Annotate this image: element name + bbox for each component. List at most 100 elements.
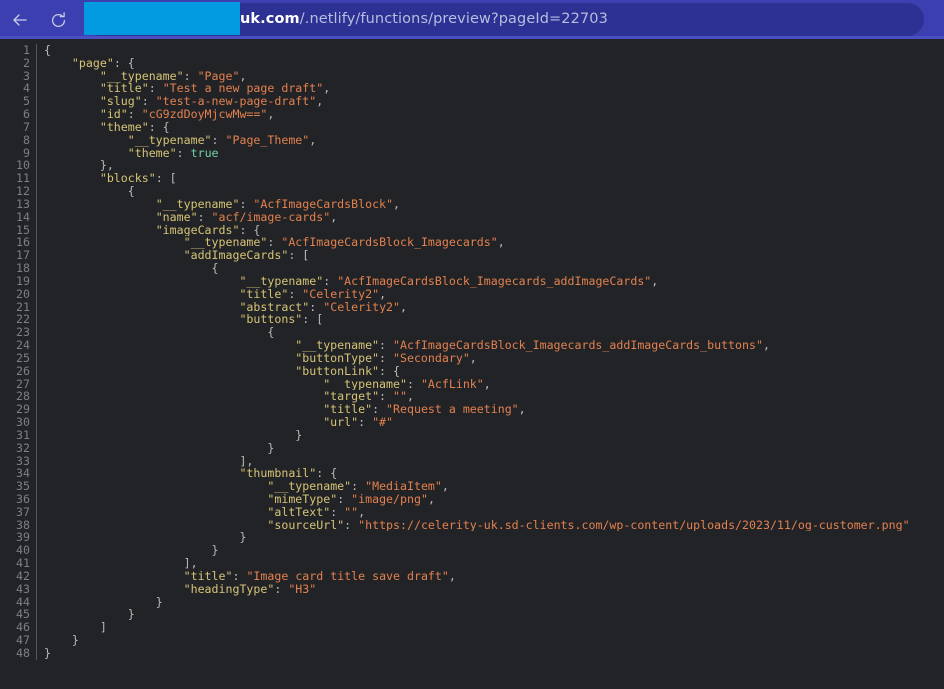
code-line: 14 "name": "acf/image-cards", [0,211,944,224]
token-key: "url" [323,416,358,429]
line-number: 32 [0,442,36,455]
indent [44,583,184,596]
url-text: uk.com/.netlify/functions/preview?pageId… [240,3,608,36]
token-punc: : [337,493,351,506]
indent [44,121,100,134]
indent [44,519,267,532]
indent [44,596,156,609]
token-key: "__typename" [239,275,323,288]
indent [44,288,239,301]
token-punc: : [323,275,337,288]
code-line-content: }, [37,159,944,172]
indent [44,403,323,416]
token-punc: } [239,531,246,544]
code-line: 21 "abstract": "Celerity2", [0,301,944,314]
indent [44,557,184,570]
indent [44,70,100,83]
token-key: "headingType" [184,583,275,596]
code-line: 15 "imageCards": { [0,224,944,237]
token-punc: : [358,416,372,429]
code-line: 35 "__typename": "MediaItem", [0,480,944,493]
line-number: 42 [0,570,36,583]
token-punc: : [379,352,393,365]
token-punc: , [498,236,505,249]
token-punc: : [184,70,198,83]
line-number: 14 [0,211,36,224]
code-line-content: "title": "Test a new page draft", [37,82,944,95]
code-line: 2 "page": { [0,57,944,70]
token-key: "theme" [100,121,149,134]
token-key: "__typename" [156,198,240,211]
indent [44,455,239,468]
token-punc: , [358,506,365,519]
url-redaction-overlay [84,2,240,35]
token-punc: : [379,339,393,352]
indent [44,134,128,147]
code-line: 45 } [0,608,944,621]
code-line-content: "buttonType": "Secondary", [37,352,944,365]
code-line: 27 "__typename": "AcfLink", [0,378,944,391]
token-key: "__typename" [295,339,379,352]
code-line-content: { [37,326,944,339]
code-line: 48} [0,647,944,660]
code-line: 10 }, [0,159,944,172]
token-punc: : [ [288,249,309,262]
token-punc: , [651,275,658,288]
token-punc: , [393,198,400,211]
indent [44,506,267,519]
code-line: 29 "title": "Request a meeting", [0,403,944,416]
indent [44,570,184,583]
code-line: 12 { [0,185,944,198]
token-key: "target" [323,390,379,403]
code-line: 28 "target": "", [0,390,944,403]
token-key: "blocks" [100,172,156,185]
code-line: 30 "url": "#" [0,416,944,429]
code-line: 47 } [0,634,944,647]
json-code-viewer[interactable]: 1{2 "page": {3 "__typename": "Page",4 "t… [0,39,944,689]
token-str: "" [344,506,358,519]
code-line: 39 } [0,531,944,544]
indent [44,352,295,365]
line-number: 2 [0,57,36,70]
token-key: "__typename" [128,134,212,147]
token-key: "title" [323,403,372,416]
token-key: "title" [239,288,288,301]
token-punc: { [212,262,219,275]
token-key: "title" [184,570,233,583]
indent [44,480,267,493]
token-key: "buttons" [239,313,302,326]
line-number: 37 [0,506,36,519]
token-str: "AcfImageCardsBlock_Imagecards" [281,236,497,249]
token-punc: , [442,480,449,493]
code-line-content: "id": "cG9zdDoyMjcwMw==", [37,108,944,121]
line-number: 6 [0,108,36,121]
token-str: "Page_Theme" [226,134,310,147]
code-line: 1{ [0,44,944,57]
token-punc: } [295,429,302,442]
token-punc: , [763,339,770,352]
line-number: 7 [0,121,36,134]
token-punc: { [44,44,51,57]
line-number: 47 [0,634,36,647]
token-punc: , [484,378,491,391]
reload-button[interactable] [46,8,70,32]
token-str: "cG9zdDoyMjcwMw==" [142,108,268,121]
token-punc: } [128,608,135,621]
indent [44,531,239,544]
token-punc: : { [316,467,337,480]
token-punc: : [ [156,172,177,185]
code-line-content: } [37,634,944,647]
token-punc: ], [239,455,253,468]
back-button[interactable] [8,8,32,32]
code-line: 9 "theme": true [0,147,944,160]
indent [44,262,212,275]
token-key: "theme" [128,147,177,160]
code-lines-container: 1{2 "page": {3 "__typename": "Page",4 "t… [0,44,944,660]
token-str: "acf/image-cards" [212,211,331,224]
code-line-content: "buttonLink": { [37,365,944,378]
token-punc: , [400,301,407,314]
code-line: 34 "thumbnail": { [0,467,944,480]
token-punc: , [470,352,477,365]
token-key: "sourceUrl" [267,519,344,532]
token-punc: : [ [302,313,323,326]
